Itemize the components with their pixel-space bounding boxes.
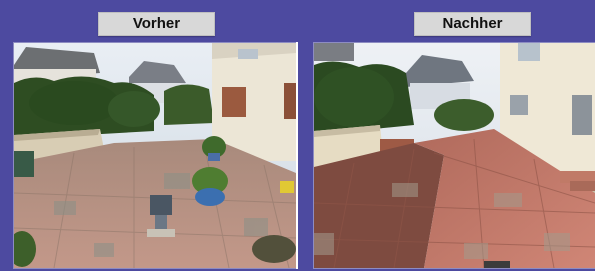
before-garden-image xyxy=(14,43,296,268)
after-label: Nachher xyxy=(414,12,531,36)
after-photo xyxy=(313,42,595,269)
after-panel: Nachher xyxy=(298,0,595,271)
after-garden-image xyxy=(314,43,595,268)
before-panel: Vorher xyxy=(0,0,297,271)
before-photo xyxy=(13,42,297,269)
before-label: Vorher xyxy=(98,12,215,36)
